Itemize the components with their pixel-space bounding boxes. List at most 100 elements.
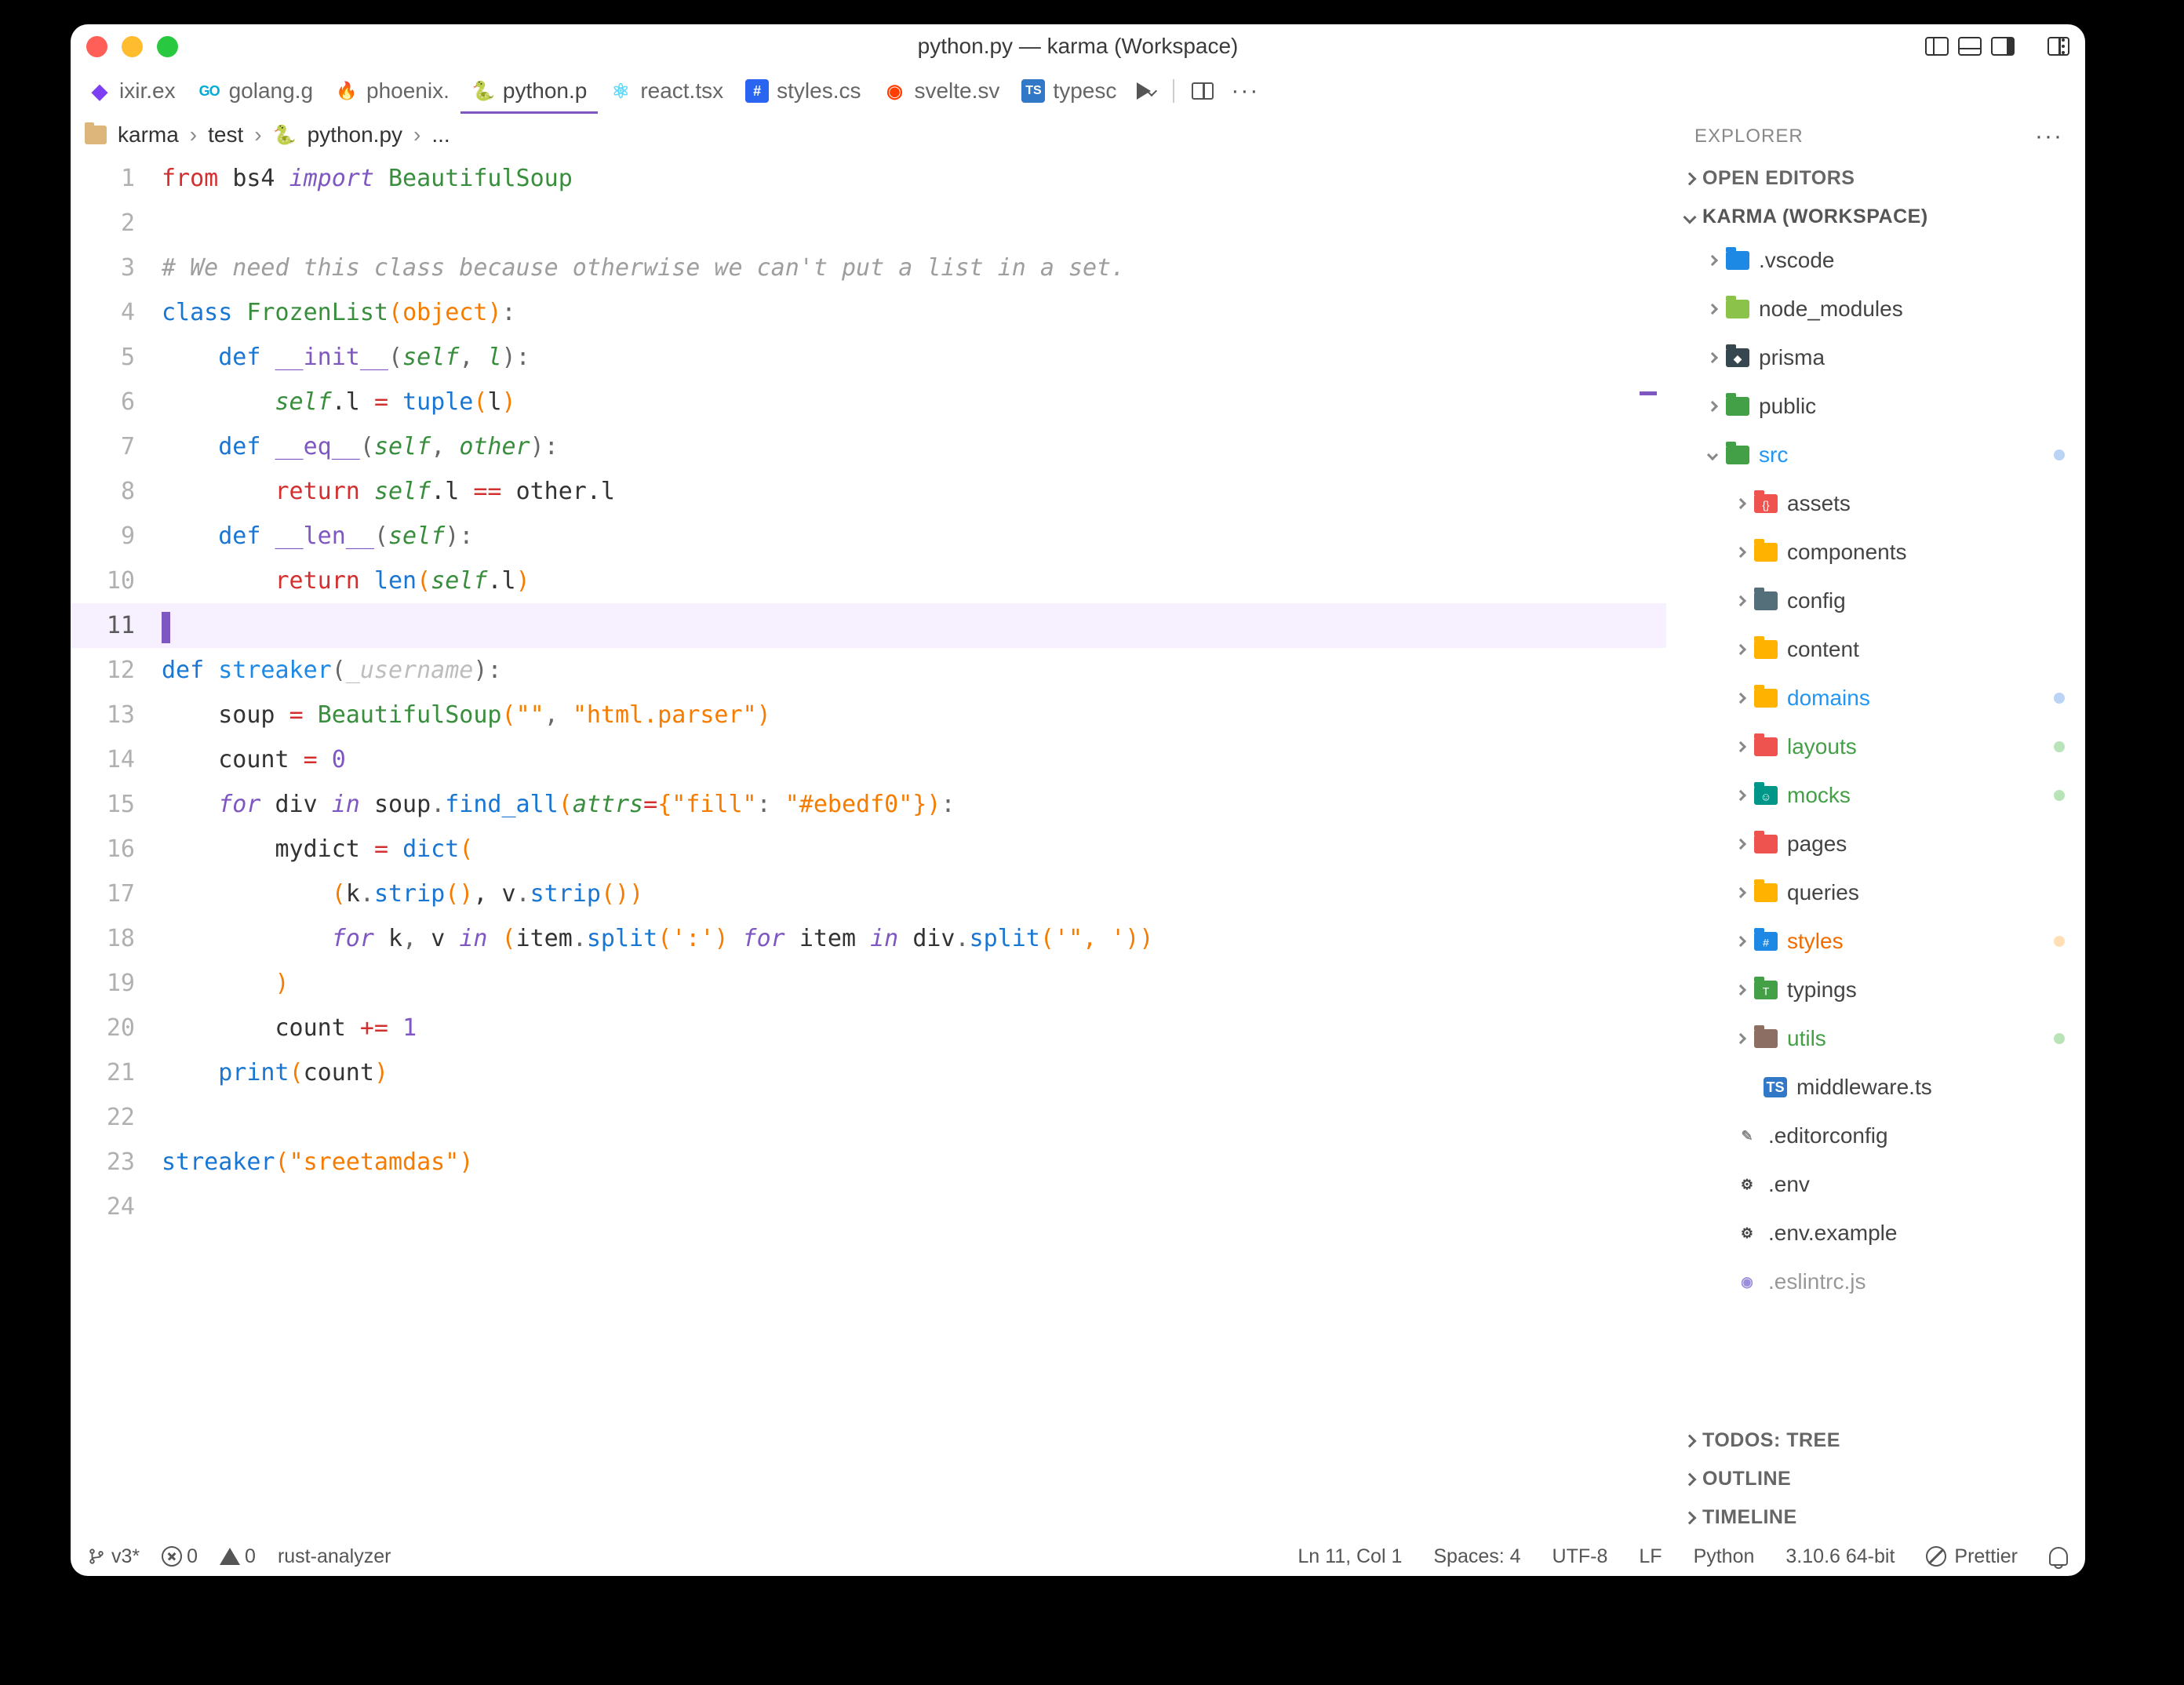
line-number: 24 xyxy=(71,1185,162,1229)
tree-item-mocks[interactable]: ☺mocks xyxy=(1666,771,2085,820)
code-line[interactable]: 2 xyxy=(71,201,1666,246)
git-status-dot xyxy=(2054,1033,2065,1044)
section-todos[interactable]: TODOS: TREE xyxy=(1666,1421,2085,1460)
git-status-dot xyxy=(2054,936,2065,947)
toggle-panel-icon[interactable] xyxy=(1958,37,1982,56)
tree-item-label: node_modules xyxy=(1759,297,1903,322)
errors-button[interactable]: 0 xyxy=(162,1545,198,1568)
code-line[interactable]: 6 self.l = tuple(l) xyxy=(71,380,1666,424)
code-text: def __eq__(self, other): xyxy=(162,424,559,469)
code-line[interactable]: 12def streaker(_username): xyxy=(71,648,1666,693)
tree-item-middlewarets[interactable]: TSmiddleware.ts xyxy=(1666,1063,2085,1112)
python-interpreter-button[interactable]: 3.10.6 64-bit xyxy=(1785,1545,1895,1568)
tree-item-node_modules[interactable]: node_modules xyxy=(1666,285,2085,333)
section-timeline[interactable]: TIMELINE xyxy=(1666,1498,2085,1537)
section-workspace[interactable]: KARMA (WORKSPACE) xyxy=(1666,198,2085,236)
code-line[interactable]: 15 for div in soup.find_all(attrs={"fill… xyxy=(71,782,1666,827)
tree-item-editorconfig[interactable]: ✎.editorconfig xyxy=(1666,1112,2085,1160)
code-line[interactable]: 22 xyxy=(71,1095,1666,1140)
toggle-sidebar-right-icon[interactable] xyxy=(1991,37,2015,56)
code-line[interactable]: 19 ) xyxy=(71,961,1666,1006)
tree-item-queries[interactable]: queries xyxy=(1666,868,2085,917)
encoding-button[interactable]: UTF-8 xyxy=(1552,1545,1608,1568)
code-line[interactable]: 1from bs4 import BeautifulSoup xyxy=(71,156,1666,201)
section-open-editors[interactable]: OPEN EDITORS xyxy=(1666,159,2085,198)
code-line[interactable]: 14 count = 0 xyxy=(71,737,1666,782)
tree-item-label: layouts xyxy=(1787,734,1857,759)
more-actions-icon[interactable]: ··· xyxy=(1231,78,1259,104)
code-text: self.l = tuple(l) xyxy=(162,380,516,424)
language-mode-button[interactable]: Python xyxy=(1694,1545,1755,1568)
notifications-icon[interactable] xyxy=(2049,1547,2068,1566)
code-line[interactable]: 10 return len(self.l) xyxy=(71,559,1666,603)
tree-item-typings[interactable]: Ttypings xyxy=(1666,966,2085,1014)
tree-item-prisma[interactable]: ◆prisma xyxy=(1666,333,2085,382)
code-line[interactable]: 18 for k, v in (item.split(':') for item… xyxy=(71,916,1666,961)
chevron-right-icon xyxy=(1735,936,1746,947)
prettier-button[interactable]: Prettier xyxy=(1926,1545,2018,1568)
section-outline[interactable]: OUTLINE xyxy=(1666,1460,2085,1498)
tree-item-envexample[interactable]: ⚙.env.example xyxy=(1666,1209,2085,1257)
tab-pythonp[interactable]: 🐍python.p xyxy=(460,68,598,114)
tree-item-public[interactable]: public xyxy=(1666,382,2085,431)
tree-item-layouts[interactable]: layouts xyxy=(1666,722,2085,771)
code-line[interactable]: 8 return self.l == other.l xyxy=(71,469,1666,514)
tree-item-src[interactable]: src xyxy=(1666,431,2085,479)
cursor-position[interactable]: Ln 11, Col 1 xyxy=(1298,1545,1402,1568)
tree-item-components[interactable]: components xyxy=(1666,528,2085,577)
code-line[interactable]: 9 def __len__(self): xyxy=(71,514,1666,559)
code-line[interactable]: 16 mydict = dict( xyxy=(71,827,1666,872)
tab-ixirex[interactable]: ◆ixir.ex xyxy=(77,68,187,114)
tab-sveltesv[interactable]: ◉svelte.sv xyxy=(872,68,1010,114)
line-number: 3 xyxy=(71,246,162,290)
folder-icon: ☺ xyxy=(1754,786,1778,805)
tree-item-styles[interactable]: #styles xyxy=(1666,917,2085,966)
line-number: 13 xyxy=(71,693,162,737)
tab-phoenix[interactable]: 🔥phoenix. xyxy=(324,68,460,114)
code-line[interactable]: 3# We need this class because otherwise … xyxy=(71,246,1666,290)
code-line[interactable]: 24 xyxy=(71,1185,1666,1229)
code-line[interactable]: 20 count += 1 xyxy=(71,1006,1666,1050)
tree-item-pages[interactable]: pages xyxy=(1666,820,2085,868)
code-line[interactable]: 23streaker("sreetamdas") xyxy=(71,1140,1666,1185)
split-editor-icon[interactable] xyxy=(1192,82,1214,100)
cursor xyxy=(162,612,170,643)
maximize-icon[interactable] xyxy=(157,36,178,57)
code-text: mydict = dict( xyxy=(162,827,473,872)
tab-reacttsx[interactable]: ⚛react.tsx xyxy=(598,68,734,114)
tab-golangg[interactable]: GOgolang.g xyxy=(187,68,324,114)
toggle-sidebar-left-icon[interactable] xyxy=(1925,37,1949,56)
customize-layout-icon[interactable] xyxy=(2048,37,2069,56)
code-line[interactable]: 17 (k.strip(), v.strip()) xyxy=(71,872,1666,916)
tab-typesc[interactable]: TStypesc xyxy=(1010,68,1127,114)
rust-analyzer-status[interactable]: rust-analyzer xyxy=(278,1545,391,1568)
warnings-button[interactable]: 0 xyxy=(220,1545,256,1568)
tree-item-domains[interactable]: domains xyxy=(1666,674,2085,722)
chevron-right-icon xyxy=(1684,1472,1697,1486)
tree-item-eslintrcjs[interactable]: ◉.eslintrc.js xyxy=(1666,1257,2085,1306)
tree-item-vscode[interactable]: .vscode xyxy=(1666,236,2085,285)
code-editor[interactable]: 1from bs4 import BeautifulSoup23# We nee… xyxy=(71,156,1666,1537)
code-line[interactable]: 11 xyxy=(71,603,1666,648)
tree-item-env[interactable]: ⚙.env xyxy=(1666,1160,2085,1209)
code-line[interactable]: 4class FrozenList(object): xyxy=(71,290,1666,335)
git-status-dot xyxy=(2054,449,2065,460)
tree-item-config[interactable]: config xyxy=(1666,577,2085,625)
eol-button[interactable]: LF xyxy=(1639,1545,1662,1568)
run-button[interactable] xyxy=(1137,82,1156,100)
tab-stylescs[interactable]: #styles.cs xyxy=(734,68,872,114)
tree-item-content[interactable]: content xyxy=(1666,625,2085,674)
code-line[interactable]: 5 def __init__(self, l): xyxy=(71,335,1666,380)
tree-item-utils[interactable]: utils xyxy=(1666,1014,2085,1063)
code-line[interactable]: 21 print(count) xyxy=(71,1050,1666,1095)
folder-icon xyxy=(1726,446,1749,464)
minimize-icon[interactable] xyxy=(122,36,143,57)
more-actions-icon[interactable]: ··· xyxy=(2035,123,2063,150)
breadcrumb[interactable]: karma › test › 🐍 python.py › ... xyxy=(71,114,1666,156)
git-branch-button[interactable]: v3* xyxy=(88,1545,140,1568)
indentation-button[interactable]: Spaces: 4 xyxy=(1433,1545,1520,1568)
code-line[interactable]: 13 soup = BeautifulSoup("", "html.parser… xyxy=(71,693,1666,737)
tree-item-assets[interactable]: {}assets xyxy=(1666,479,2085,528)
code-line[interactable]: 7 def __eq__(self, other): xyxy=(71,424,1666,469)
close-icon[interactable] xyxy=(86,36,107,57)
